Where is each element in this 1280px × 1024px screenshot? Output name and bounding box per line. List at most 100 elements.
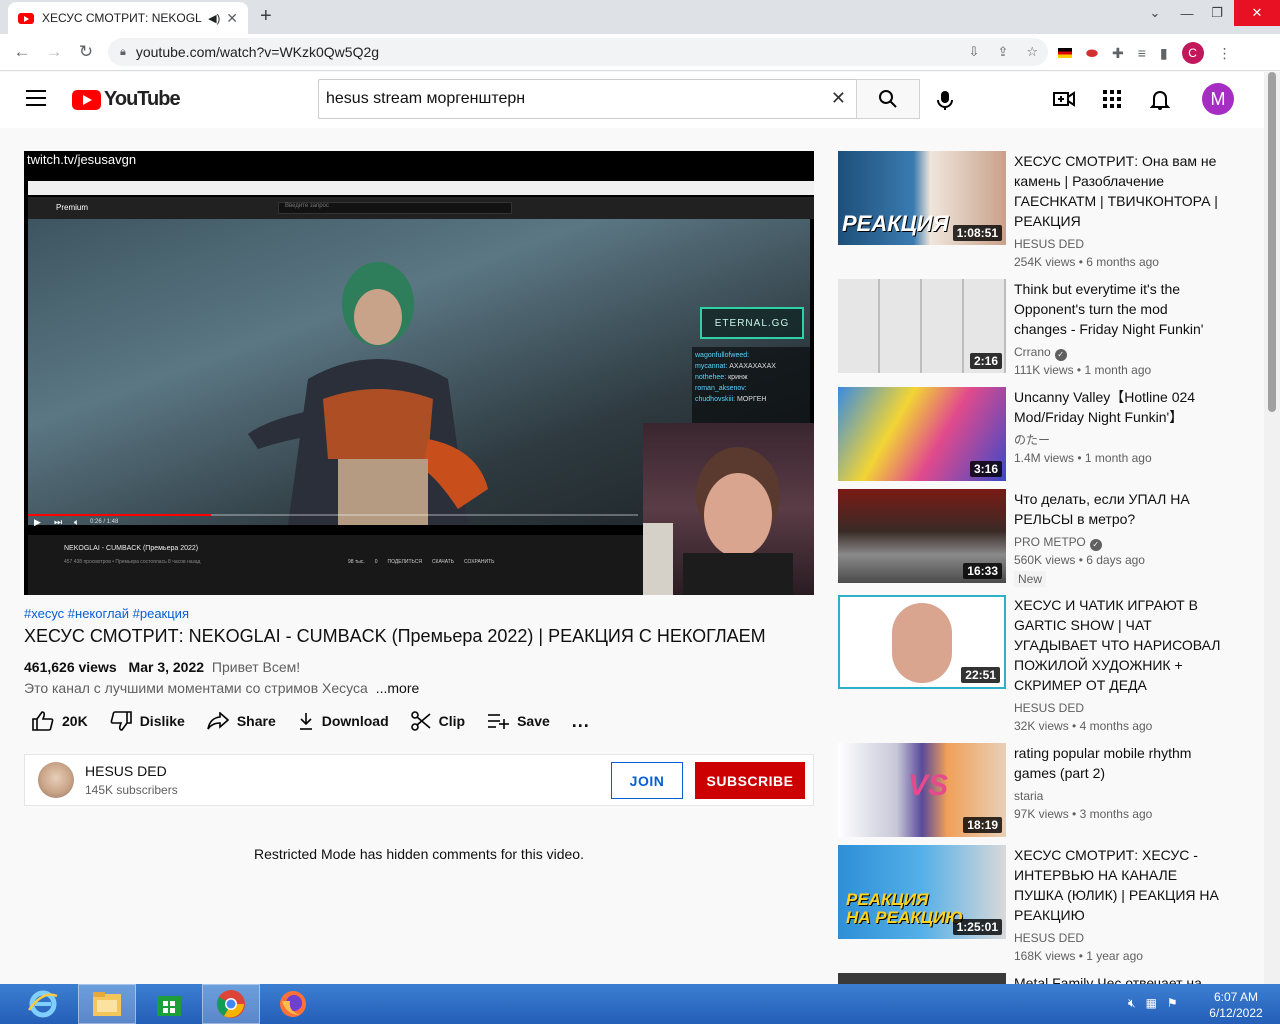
dislike-button[interactable]: Dislike bbox=[110, 711, 185, 731]
forward-icon[interactable]: → bbox=[38, 42, 70, 62]
lock-icon[interactable]: 🔒︎ bbox=[120, 46, 126, 59]
recommendation-thumbnail[interactable] bbox=[838, 973, 1006, 984]
clip-button[interactable]: Clip bbox=[410, 711, 466, 731]
restore-button[interactable]: ❐ bbox=[1202, 0, 1232, 26]
create-video-button[interactable] bbox=[1053, 89, 1075, 114]
extensions-puzzle-icon[interactable]: ✚ bbox=[1112, 45, 1124, 62]
audio-playing-icon[interactable]: ◀) bbox=[208, 12, 220, 25]
clip-label: Clip bbox=[438, 713, 466, 729]
recommendation-title[interactable]: Uncanny Valley【Hotline 024 Mod/Friday Ni… bbox=[1014, 387, 1224, 427]
video-actions: 20K Dislike Share Download Clip Save ... bbox=[24, 708, 612, 734]
subscribe-button[interactable]: SUBSCRIBE bbox=[695, 762, 805, 799]
recommendation-thumbnail[interactable]: РЕАКЦИЯ НА РЕАКЦИЮ 1:25:01 bbox=[838, 845, 1006, 939]
recommendation-meta: 1.4M views • 1 month ago bbox=[1014, 451, 1152, 465]
recommendation-title[interactable]: Metal Family Чес отвечает на bbox=[1014, 973, 1218, 984]
side-panel-icon[interactable]: ▮ bbox=[1160, 45, 1168, 62]
vpn-extension-icon[interactable]: ⬬ bbox=[1086, 45, 1098, 62]
video-duration: 3:16 bbox=[969, 461, 1002, 477]
video-player[interactable]: twitch.tv/jesusavgn Premium Введите запр… bbox=[24, 151, 814, 595]
show-more-link[interactable]: ...more bbox=[376, 680, 420, 696]
recommendation-title[interactable]: rating popular mobile rhythm games (part… bbox=[1014, 743, 1224, 783]
inner-next-icon: ⏭ bbox=[54, 517, 63, 527]
channel-avatar[interactable] bbox=[38, 762, 74, 798]
tab-close-icon[interactable]: ✕ bbox=[226, 10, 238, 27]
voice-search-button[interactable] bbox=[934, 89, 956, 116]
file-explorer-icon[interactable] bbox=[78, 984, 136, 1024]
share-icon[interactable]: ⇪ bbox=[997, 44, 1008, 60]
flag-extension-icon[interactable] bbox=[1058, 48, 1072, 58]
media-control-icon[interactable]: ≡ bbox=[1138, 45, 1146, 61]
like-button[interactable]: 20K bbox=[32, 711, 88, 731]
recommendation-thumbnail[interactable]: 3:16 bbox=[838, 387, 1006, 481]
tab-title: ХЕСУС СМОТРИТ: NEKOGLAI - CUMBACK bbox=[42, 11, 202, 25]
search-button[interactable] bbox=[856, 79, 920, 119]
action-center-flag-icon[interactable]: ⚑ bbox=[1167, 996, 1178, 1011]
account-avatar[interactable]: M bbox=[1202, 83, 1234, 115]
reload-icon[interactable]: ↻ bbox=[70, 42, 102, 62]
minimize-button[interactable]: — bbox=[1172, 0, 1202, 26]
tab-search-icon[interactable]: ⌄ bbox=[1140, 0, 1170, 26]
recommendation-thumbnail[interactable]: РЕАКЦИЯ 1:08:51 bbox=[838, 151, 1006, 245]
notifications-button[interactable] bbox=[1149, 89, 1171, 116]
performer-figure bbox=[248, 262, 488, 525]
recommendation-channel[interactable]: HESUS DED bbox=[1014, 235, 1224, 253]
recommendation-item[interactable]: Metal Family Чес отвечает на bbox=[838, 973, 1218, 984]
inner-play-icon: ▶ bbox=[34, 517, 41, 527]
video-hashtags[interactable]: #хесус #некоглай #реакция bbox=[24, 606, 189, 621]
recommendation-thumbnail[interactable]: 2:16 bbox=[838, 279, 1006, 373]
download-button[interactable]: Download bbox=[298, 712, 389, 730]
browser-tab[interactable]: ХЕСУС СМОТРИТ: NEKOGLAI - CUMBACK ◀) ✕ bbox=[8, 2, 248, 34]
youtube-favicon-icon bbox=[18, 12, 34, 24]
network-icon[interactable]: ▦ bbox=[1146, 996, 1157, 1011]
recommendation-channel[interactable]: のたー bbox=[1014, 431, 1224, 449]
dislike-label: Dislike bbox=[139, 713, 185, 729]
url-text: youtube.com/watch?v=WKzk0Qw5Q2g bbox=[135, 44, 380, 60]
firefox-icon[interactable] bbox=[264, 984, 322, 1024]
recommendation-title[interactable]: Что делать, если УПАЛ НА РЕЛЬСЫ в метро? bbox=[1014, 489, 1224, 529]
guide-menu-icon[interactable] bbox=[26, 90, 46, 106]
recommendation-thumbnail[interactable]: 22:51 bbox=[838, 595, 1006, 689]
store-icon[interactable] bbox=[140, 984, 198, 1024]
page-scrollbar-thumb[interactable] bbox=[1268, 72, 1276, 412]
clear-search-icon[interactable]: ✕ bbox=[831, 88, 846, 109]
youtube-logo[interactable]: YouTube bbox=[72, 88, 181, 111]
save-button[interactable]: Save bbox=[487, 713, 550, 729]
browser-profile-avatar[interactable]: C bbox=[1181, 42, 1204, 64]
bookmark-star-icon[interactable]: ☆ bbox=[1026, 44, 1038, 60]
system-clock[interactable]: 6:07 AM 6/12/2022 bbox=[1200, 989, 1272, 1021]
close-window-button[interactable]: ✕ bbox=[1234, 0, 1280, 26]
back-icon[interactable]: ← bbox=[6, 42, 38, 62]
install-app-icon[interactable]: ⇩ bbox=[969, 44, 980, 60]
new-tab-button[interactable]: + bbox=[260, 5, 272, 28]
recommendation-title[interactable]: Think but everytime it's the Opponent's … bbox=[1014, 279, 1224, 339]
join-button[interactable]: JOIN bbox=[611, 762, 683, 799]
chrome-menu-icon[interactable]: ⋮ bbox=[1218, 45, 1232, 62]
video-duration: 18:19 bbox=[963, 817, 1002, 833]
search-input[interactable]: hesus stream моргенштерн ✕ bbox=[318, 79, 856, 119]
apps-button[interactable] bbox=[1102, 89, 1122, 114]
share-button[interactable]: Share bbox=[207, 712, 276, 730]
recommendation-title[interactable]: ХЕСУС СМОТРИТ: Она вам не камень | Разоб… bbox=[1014, 151, 1224, 231]
volume-muted-icon[interactable]: 🔇︎ bbox=[1128, 996, 1136, 1011]
channel-name[interactable]: HESUS DED bbox=[85, 763, 167, 779]
recommendation-thumbnail[interactable]: VS 18:19 bbox=[838, 743, 1006, 837]
recommendation-channel[interactable]: staria bbox=[1014, 787, 1224, 805]
page-scrollbar[interactable] bbox=[1264, 72, 1280, 984]
description-second-line: Это канал с лучшими моментами со стримов… bbox=[24, 680, 368, 696]
recommendation-channel[interactable]: Crrano ✓ bbox=[1014, 343, 1224, 361]
internet-explorer-icon[interactable] bbox=[14, 984, 72, 1024]
clock-time: 6:07 AM bbox=[1213, 990, 1259, 1004]
recommendation-thumbnail[interactable]: 16:33 bbox=[838, 489, 1006, 583]
inner-volume-icon: 🔈︎ bbox=[74, 517, 80, 527]
eternal-gg-overlay: ETERNAL.GG bbox=[700, 307, 804, 339]
recommendation-channel[interactable]: PRO МЕТРО ✓ bbox=[1014, 533, 1224, 551]
recommendation-meta: 168K views • 1 year ago bbox=[1014, 949, 1143, 963]
recommendation-title[interactable]: ХЕСУС И ЧАТИК ИГРАЮТ В GARTIC SHOW | ЧАТ… bbox=[1014, 595, 1224, 695]
recommendation-title[interactable]: ХЕСУС СМОТРИТ: ХЕСУС - ИНТЕРВЬЮ НА КАНАЛ… bbox=[1014, 845, 1224, 925]
chrome-taskbar-icon[interactable] bbox=[202, 984, 260, 1024]
more-actions-button[interactable]: ... bbox=[572, 711, 590, 732]
video-description[interactable]: Это канал с лучшими моментами со стримов… bbox=[24, 680, 419, 696]
recommendation-channel[interactable]: HESUS DED bbox=[1014, 699, 1224, 717]
address-bar[interactable]: 🔒︎ youtube.com/watch?v=WKzk0Qw5Q2g ⇩ ⇪ ☆ bbox=[108, 38, 1048, 66]
recommendation-channel[interactable]: HESUS DED bbox=[1014, 929, 1224, 947]
